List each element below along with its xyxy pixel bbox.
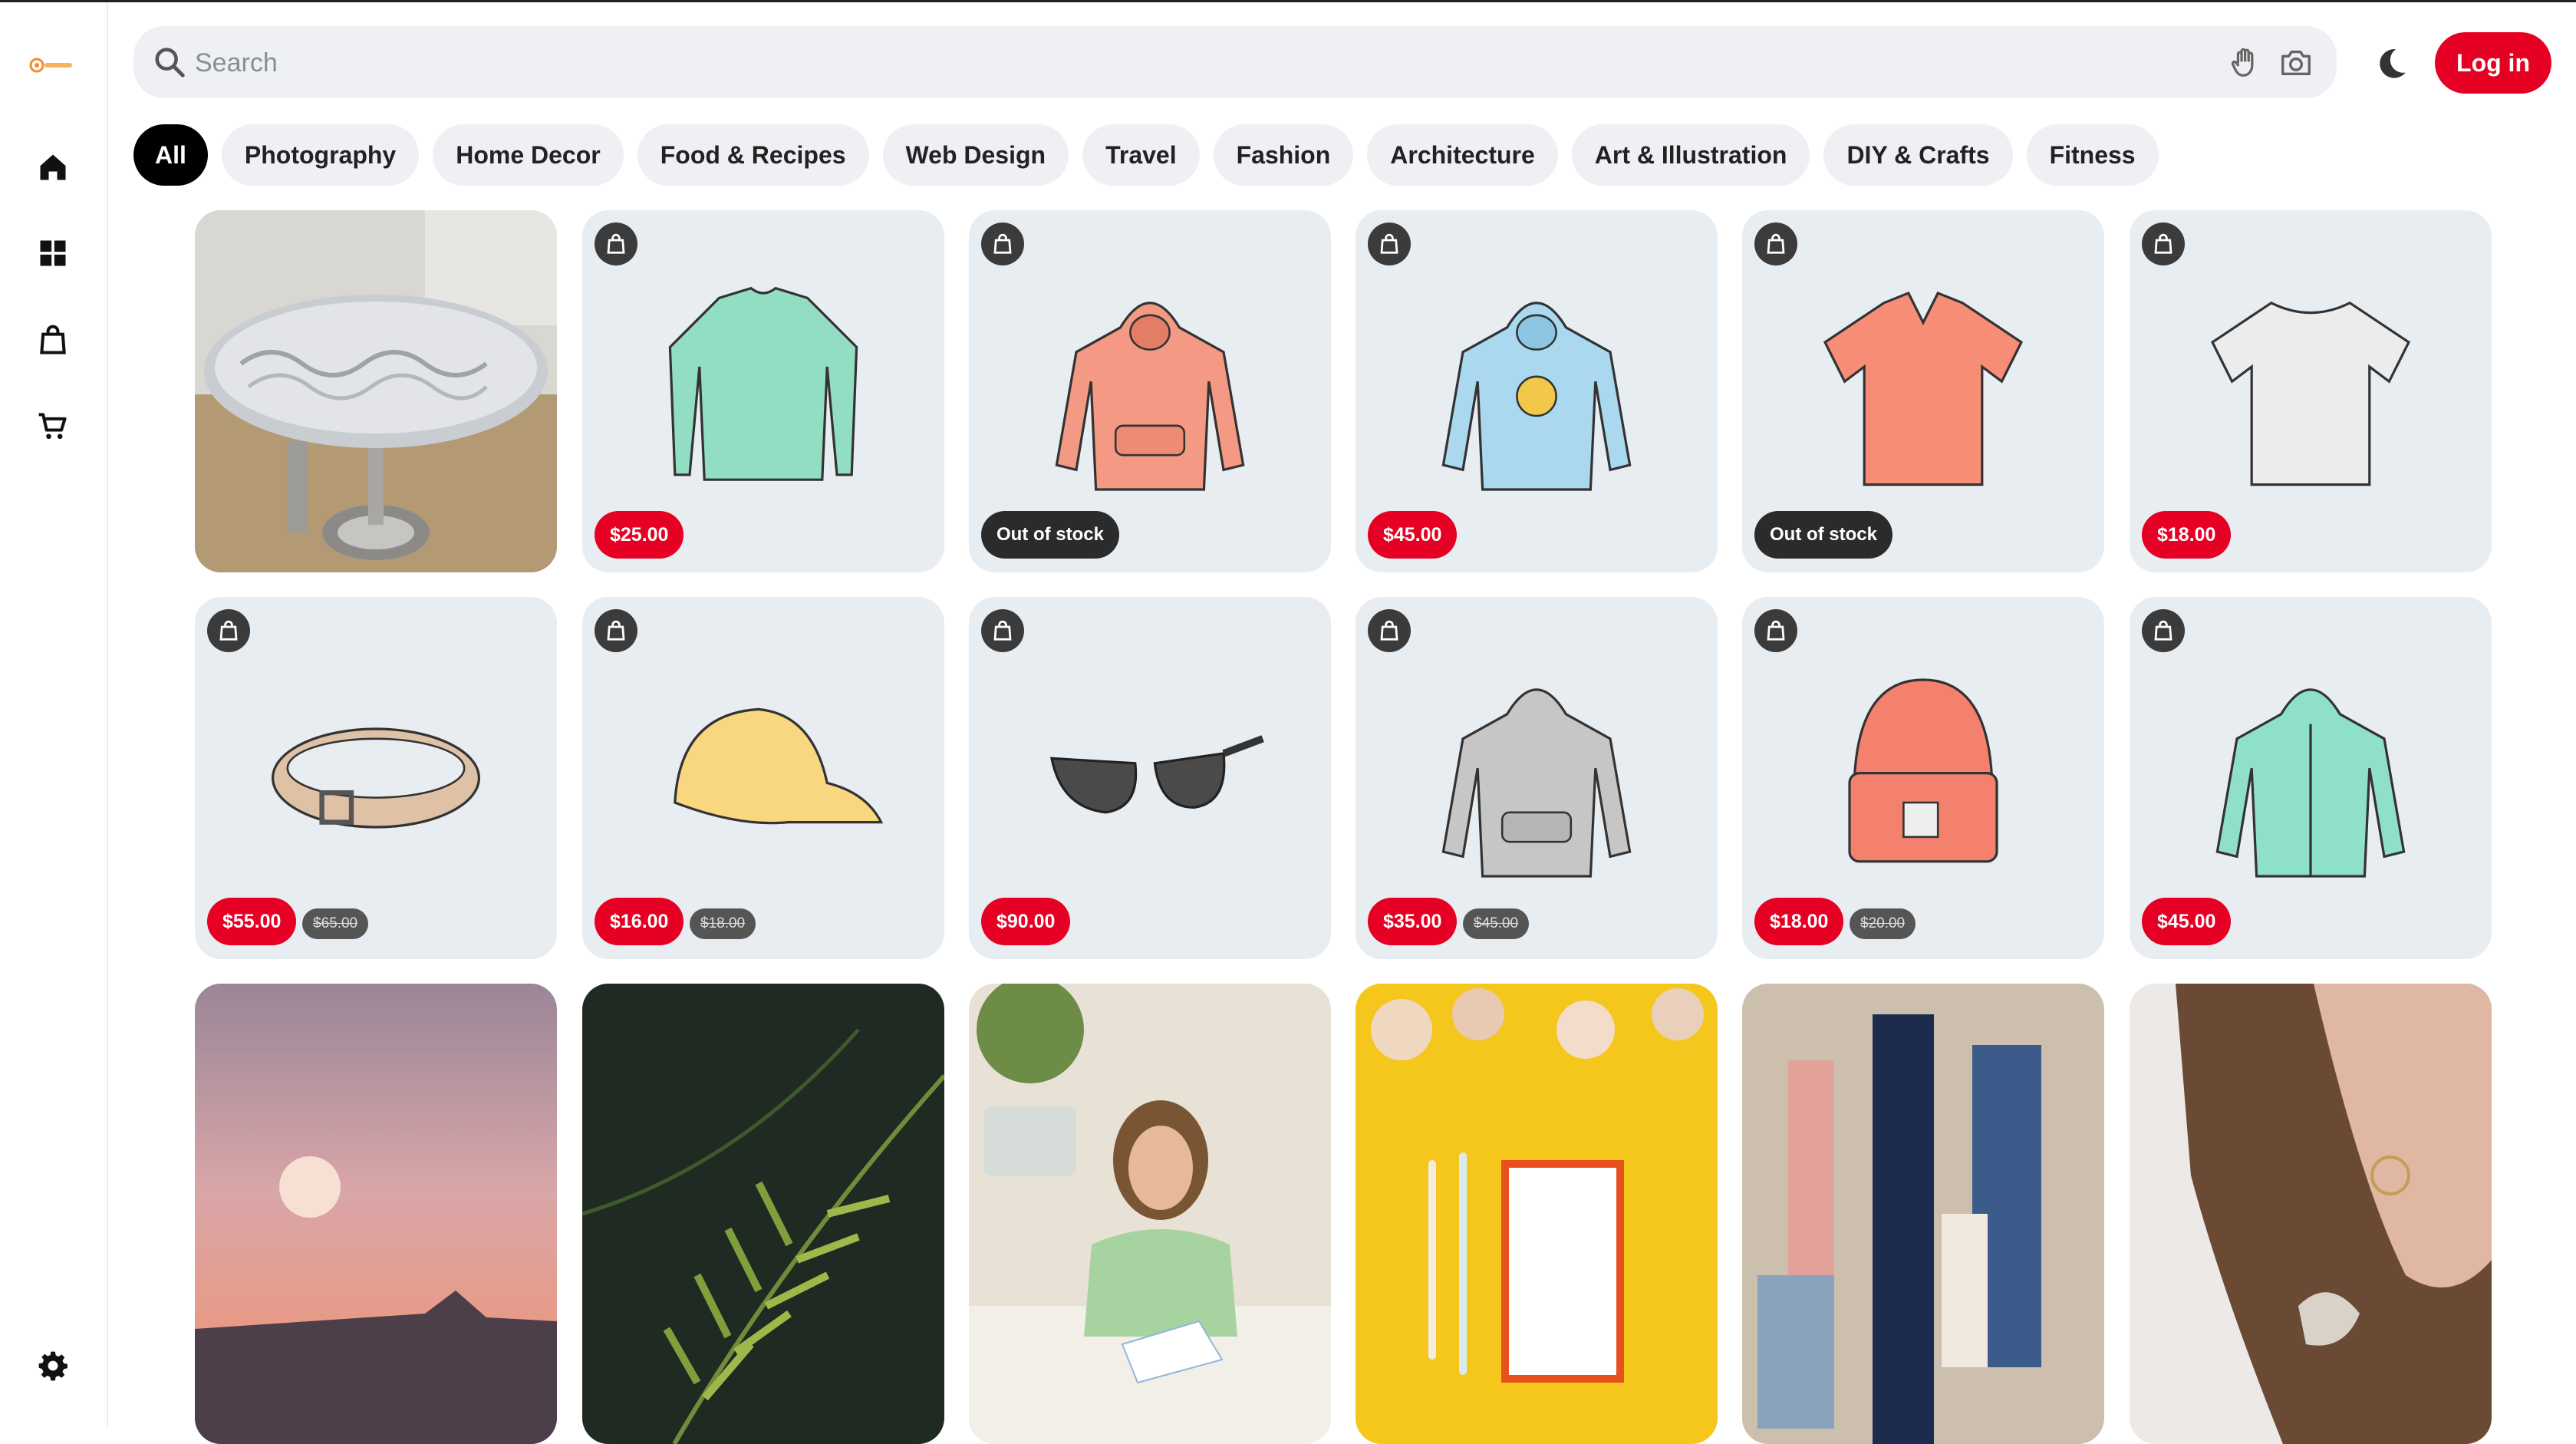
hand-icon[interactable] bbox=[2228, 45, 2263, 80]
white-tshirt-illustration bbox=[2210, 301, 2411, 486]
category-chip-home-decor[interactable]: Home Decor bbox=[433, 124, 624, 186]
price-badge: $55.00 bbox=[207, 898, 297, 945]
gear-icon bbox=[38, 1351, 68, 1381]
abstract-paint-photo bbox=[1742, 984, 2104, 1444]
search-bar[interactable] bbox=[133, 26, 2337, 98]
sidebar bbox=[0, 2, 108, 1427]
original-price-badge: $18.00 bbox=[690, 908, 756, 939]
zip-hoodie-illustration bbox=[2215, 688, 2406, 878]
sidebar-item-dashboard[interactable] bbox=[29, 229, 77, 277]
category-chip-diy-crafts[interactable]: DIY & Crafts bbox=[1823, 124, 2013, 186]
glass-table-photo bbox=[195, 210, 557, 572]
bag-icon bbox=[40, 325, 66, 354]
window-top-border bbox=[0, 0, 2576, 2]
pin-card-abstract-paint[interactable] bbox=[1742, 984, 2104, 1444]
out-of-stock-badge: Out of stock bbox=[1754, 511, 1893, 559]
original-price-badge: $20.00 bbox=[1850, 908, 1916, 939]
sunglasses-illustration bbox=[1050, 735, 1264, 814]
price-badge: $35.00 bbox=[1368, 898, 1458, 945]
shop-bag-icon[interactable] bbox=[2142, 609, 2185, 652]
login-button[interactable]: Log in bbox=[2435, 32, 2551, 94]
price-badge: $45.00 bbox=[1368, 511, 1458, 559]
product-card-coral-hoodie[interactable]: Out of stock bbox=[969, 210, 1331, 572]
pin-card-flowers-stationery[interactable] bbox=[1356, 984, 1718, 1444]
product-card-beanie[interactable]: $18.00 $20.00 bbox=[1742, 597, 2104, 959]
product-card-white-tshirt[interactable]: $18.00 bbox=[2130, 210, 2492, 572]
pin-card-fern[interactable] bbox=[582, 984, 944, 1444]
coral-hoodie-illustration bbox=[1055, 302, 1245, 491]
search-icon[interactable] bbox=[152, 45, 187, 80]
earring-photo bbox=[2130, 984, 2492, 1444]
coral-tshirt-illustration bbox=[1823, 291, 2024, 486]
shop-bag-icon[interactable] bbox=[2142, 223, 2185, 265]
product-card-blue-hoodie[interactable]: $45.00 bbox=[1356, 210, 1718, 572]
category-chip-travel[interactable]: Travel bbox=[1082, 124, 1200, 186]
flowers-stationery-photo bbox=[1356, 984, 1718, 1444]
camera-icon[interactable] bbox=[2278, 45, 2314, 80]
category-chip-fitness[interactable]: Fitness bbox=[2026, 124, 2159, 186]
product-card-zip-hoodie[interactable]: $45.00 bbox=[2130, 597, 2492, 959]
shop-bag-icon[interactable] bbox=[595, 609, 637, 652]
pin-card-crafts[interactable] bbox=[969, 984, 1331, 1444]
price-badge: $90.00 bbox=[981, 898, 1071, 945]
category-chip-web-design[interactable]: Web Design bbox=[882, 124, 1069, 186]
shop-bag-icon[interactable] bbox=[981, 223, 1024, 265]
out-of-stock-badge: Out of stock bbox=[981, 511, 1120, 559]
mint-shirt-illustration bbox=[668, 286, 858, 481]
product-card-belt[interactable]: $55.00 $65.00 bbox=[195, 597, 557, 959]
shop-bag-icon[interactable] bbox=[1368, 223, 1411, 265]
cap-illustration bbox=[674, 707, 884, 825]
brand-logo[interactable] bbox=[29, 56, 75, 74]
product-card-coral-tshirt[interactable]: Out of stock bbox=[1742, 210, 2104, 572]
category-chip-food-recipes[interactable]: Food & Recipes bbox=[637, 124, 869, 186]
category-bar: All Photography Home Decor Food & Recipe… bbox=[133, 124, 2159, 186]
dark-mode-toggle-icon[interactable] bbox=[2372, 45, 2410, 83]
blue-hoodie-illustration bbox=[1441, 302, 1632, 491]
shop-bag-icon[interactable] bbox=[1754, 609, 1797, 652]
pin-card-glass-table[interactable] bbox=[195, 210, 557, 572]
shop-bag-icon[interactable] bbox=[207, 609, 250, 652]
price-badge: $25.00 bbox=[595, 511, 684, 559]
category-chip-fashion[interactable]: Fashion bbox=[1213, 124, 1354, 186]
price-badge: $18.00 bbox=[2142, 511, 2232, 559]
category-chip-all[interactable]: All bbox=[133, 124, 208, 186]
pin-card-sunset[interactable] bbox=[195, 984, 557, 1444]
belt-illustration bbox=[272, 727, 480, 829]
product-card-sunglasses[interactable]: $90.00 bbox=[969, 597, 1331, 959]
product-card-grey-hoodie[interactable]: $35.00 $45.00 bbox=[1356, 597, 1718, 959]
price-badge: $45.00 bbox=[2142, 898, 2232, 945]
price-badge: $16.00 bbox=[595, 898, 684, 945]
grid-icon bbox=[40, 240, 66, 266]
pin-card-earring[interactable] bbox=[2130, 984, 2492, 1444]
home-icon bbox=[40, 154, 66, 180]
sunset-photo bbox=[195, 984, 557, 1444]
sidebar-item-shop[interactable] bbox=[29, 316, 77, 364]
original-price-badge: $65.00 bbox=[302, 908, 369, 939]
product-card-mint-shirt[interactable]: $25.00 bbox=[582, 210, 944, 572]
price-badge: $18.00 bbox=[1754, 898, 1844, 945]
category-chip-art-illustration[interactable]: Art & Illustration bbox=[1571, 124, 1810, 186]
product-card-cap[interactable]: $16.00 $18.00 bbox=[582, 597, 944, 959]
sidebar-item-cart[interactable] bbox=[29, 402, 77, 450]
fern-photo bbox=[582, 984, 944, 1444]
crafts-photo bbox=[969, 984, 1331, 1444]
category-chip-architecture[interactable]: Architecture bbox=[1367, 124, 1558, 186]
sidebar-item-settings[interactable] bbox=[29, 1342, 77, 1390]
original-price-badge: $45.00 bbox=[1463, 908, 1530, 939]
shop-bag-icon[interactable] bbox=[1368, 609, 1411, 652]
sidebar-item-home[interactable] bbox=[29, 143, 77, 191]
search-input[interactable] bbox=[193, 40, 2191, 86]
cart-icon bbox=[38, 413, 67, 440]
shop-bag-icon[interactable] bbox=[981, 609, 1024, 652]
grey-hoodie-illustration bbox=[1441, 688, 1632, 878]
shop-bag-icon[interactable] bbox=[1754, 223, 1797, 265]
beanie-illustration bbox=[1848, 678, 1998, 863]
category-chip-photography[interactable]: Photography bbox=[221, 124, 420, 186]
shop-bag-icon[interactable] bbox=[595, 223, 637, 265]
